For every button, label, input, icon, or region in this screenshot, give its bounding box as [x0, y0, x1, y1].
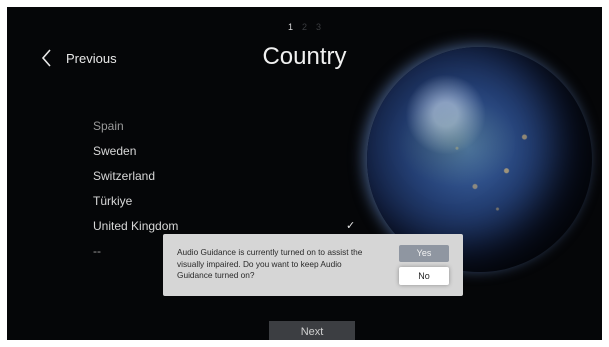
audio-guidance-dialog: Audio Guidance is currently turned on to…: [163, 234, 463, 296]
country-label: Spain: [93, 119, 124, 133]
country-item-turkiye[interactable]: Türkiye: [93, 189, 178, 214]
country-label: Türkiye: [93, 194, 133, 208]
no-button[interactable]: No: [399, 267, 449, 285]
next-button[interactable]: Next: [269, 321, 355, 340]
country-label: United Kingdom: [93, 219, 179, 233]
country-item-switzerland[interactable]: Switzerland: [93, 164, 178, 189]
dialog-message: Audio Guidance is currently turned on to…: [177, 247, 363, 280]
step-3: 3: [315, 22, 321, 32]
country-label: --: [93, 244, 101, 258]
step-2: 2: [301, 22, 307, 32]
country-label: Switzerland: [93, 169, 156, 183]
yes-button[interactable]: Yes: [399, 245, 449, 262]
tv-screen: 123 Previous Country Spain Sweden Switze…: [7, 7, 602, 340]
step-current: 1: [287, 22, 293, 32]
step-indicator: 123: [7, 22, 602, 32]
country-label: Sweden: [93, 144, 137, 158]
country-item-spain[interactable]: Spain: [93, 114, 178, 139]
country-item-sweden[interactable]: Sweden: [93, 139, 178, 164]
